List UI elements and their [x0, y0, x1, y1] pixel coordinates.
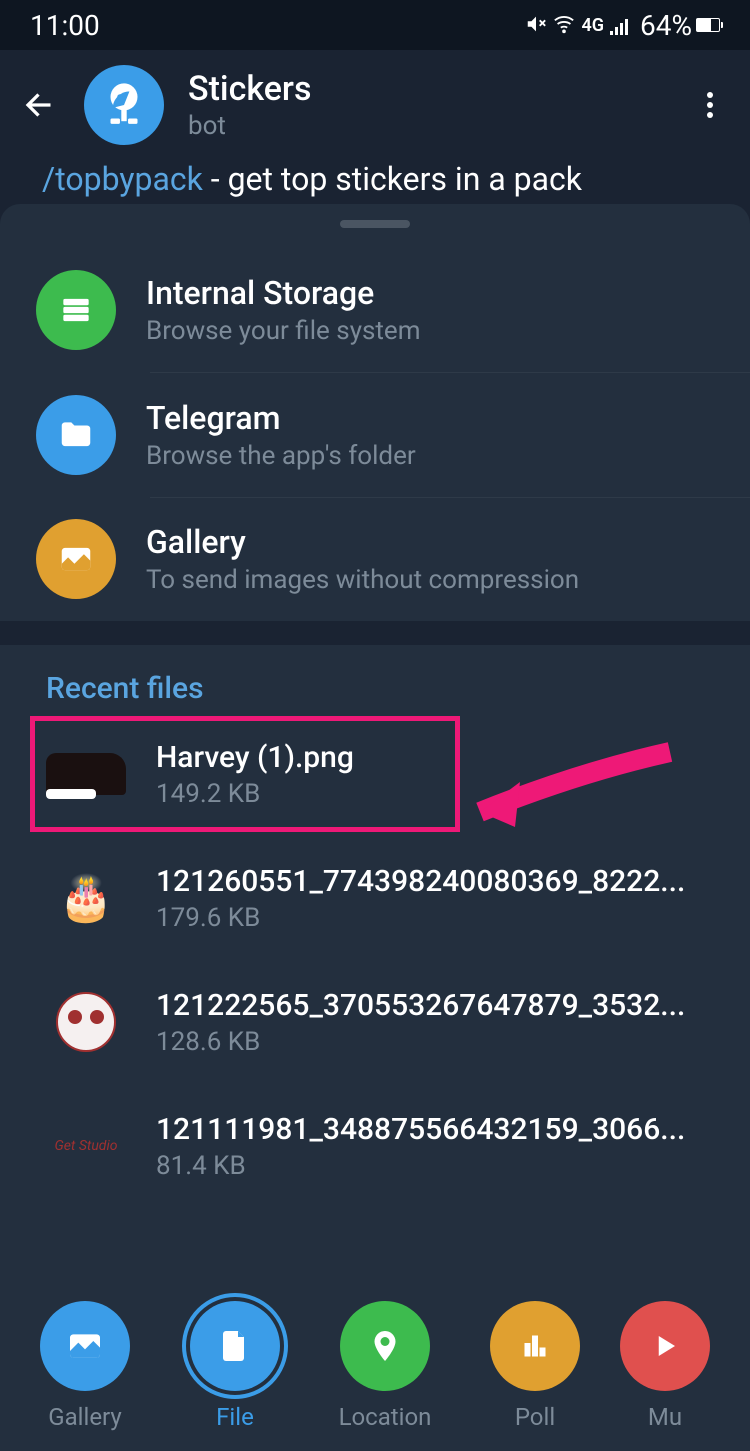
storage-subtitle: Browse your file system — [146, 316, 720, 346]
pin-icon — [340, 1301, 430, 1391]
gallery-icon — [36, 519, 116, 599]
file-name: 121111981_348875566432159_3066... — [156, 1112, 720, 1147]
tab-location[interactable]: Location — [330, 1301, 440, 1431]
tab-label: Mu — [648, 1403, 682, 1431]
tab-label: File — [216, 1403, 254, 1431]
storage-item-telegram[interactable]: Telegram Browse the app's folder — [0, 373, 750, 497]
tab-label: Gallery — [48, 1403, 122, 1431]
file-size: 179.6 KB — [156, 903, 720, 933]
tab-music[interactable]: Mu — [630, 1301, 690, 1431]
file-thumbnail: 🎂 — [46, 858, 126, 938]
chat-subtitle: bot — [188, 111, 666, 141]
chat-peek: /topbypack - get top stickers in a pack — [0, 160, 750, 204]
file-name: 121222565_370553267647879_3532... — [156, 988, 720, 1023]
storage-icon — [36, 270, 116, 350]
tab-label: Location — [339, 1403, 432, 1431]
attachment-tabbar: Gallery File Location Poll Mu — [0, 1281, 750, 1451]
file-thumbnail: Get Studio — [46, 1106, 126, 1186]
chat-header: Stickers bot — [0, 50, 750, 160]
file-size: 149.2 KB — [156, 779, 720, 809]
more-options-button[interactable] — [690, 92, 730, 118]
file-item-harvey[interactable]: Harvey (1).png 149.2 KB — [0, 712, 750, 836]
back-button[interactable] — [20, 87, 60, 123]
status-time: 11:00 — [30, 9, 100, 42]
status-right: 4G 64% — [525, 9, 720, 42]
status-icons: 4G — [525, 9, 630, 42]
chat-peek-rest: - get top stickers in a pack — [203, 160, 582, 198]
status-bar: 11:00 4G 64% — [0, 0, 750, 50]
chat-title-block[interactable]: Stickers bot — [188, 69, 666, 141]
play-icon — [620, 1301, 710, 1391]
file-name: 121260551_774398240080369_8222... — [156, 864, 720, 899]
storage-list: Internal Storage Browse your file system… — [0, 248, 750, 621]
tab-file[interactable]: File — [180, 1301, 290, 1431]
storage-title: Internal Storage — [146, 274, 720, 312]
file-item[interactable]: 🎂 121260551_774398240080369_8222... 179.… — [0, 836, 750, 960]
file-name: Harvey (1).png — [156, 740, 720, 775]
folder-icon — [36, 395, 116, 475]
file-item[interactable]: 121222565_370553267647879_3532... 128.6 … — [0, 960, 750, 1084]
battery-indicator: 64% — [640, 9, 720, 42]
command-link[interactable]: /topbypack — [42, 160, 203, 198]
file-thumbnail — [46, 734, 126, 814]
tab-gallery[interactable]: Gallery — [30, 1301, 140, 1431]
network-label: 4G — [581, 15, 604, 36]
tab-poll[interactable]: Poll — [480, 1301, 590, 1431]
file-size: 81.4 KB — [156, 1151, 720, 1181]
storage-item-internal[interactable]: Internal Storage Browse your file system — [0, 248, 750, 372]
mute-icon — [525, 9, 547, 42]
storage-item-gallery[interactable]: Gallery To send images without compressi… — [0, 497, 750, 621]
chat-title: Stickers — [188, 69, 666, 109]
drag-handle[interactable] — [340, 220, 410, 228]
storage-title: Gallery — [146, 523, 720, 561]
battery-percent: 64% — [640, 9, 692, 42]
file-icon — [190, 1301, 280, 1391]
poll-icon — [490, 1301, 580, 1391]
storage-subtitle: Browse the app's folder — [146, 441, 720, 471]
file-thumbnail — [46, 982, 126, 1062]
signal-icon — [610, 9, 630, 42]
recent-files-header: Recent files — [0, 645, 750, 712]
file-item[interactable]: Get Studio 121111981_348875566432159_306… — [0, 1084, 750, 1208]
image-icon — [40, 1301, 130, 1391]
bot-avatar[interactable] — [84, 65, 164, 145]
storage-title: Telegram — [146, 399, 720, 437]
file-size: 128.6 KB — [156, 1027, 720, 1057]
wifi-icon — [553, 9, 575, 42]
tab-label: Poll — [515, 1403, 555, 1431]
storage-subtitle: To send images without compression — [146, 565, 720, 595]
attachment-sheet: Internal Storage Browse your file system… — [0, 204, 750, 1451]
